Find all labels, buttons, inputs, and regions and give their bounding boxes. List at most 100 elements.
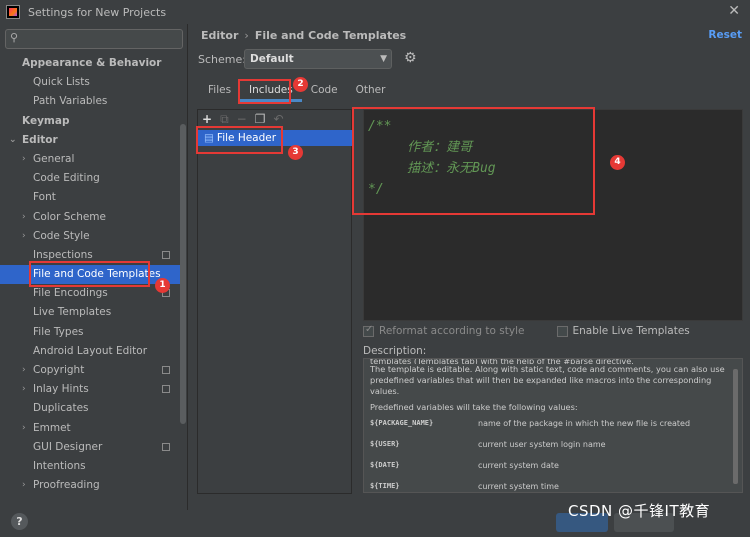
- editor-line[interactable]: */: [368, 179, 742, 200]
- sidebar-item-label: File and Code Templates: [33, 268, 161, 281]
- chevron-right-icon[interactable]: ›: [22, 150, 26, 169]
- annotation-badge-3: 3: [288, 145, 303, 160]
- variable-name: ${USER}: [370, 440, 400, 448]
- template-editor[interactable]: /** 作者：建哥 描述：永无Bug */: [363, 109, 743, 321]
- description-scrollbar[interactable]: [733, 369, 738, 484]
- copy-icon[interactable]: ❐: [255, 112, 266, 126]
- sidebar-item-intentions[interactable]: Intentions: [0, 457, 180, 476]
- sidebar-item-android-layout-editor[interactable]: Android Layout Editor: [0, 342, 180, 361]
- sidebar-item-inspections[interactable]: Inspections: [0, 246, 180, 265]
- search-input[interactable]: ⚲: [5, 29, 183, 49]
- sidebar-item-keymap[interactable]: Keymap: [0, 112, 180, 131]
- sidebar-item-gui-designer[interactable]: GUI Designer: [0, 438, 180, 457]
- settings-window: Settings for New Projects ✕ ⚲ Appearance…: [0, 0, 750, 537]
- variable-description: current system time: [478, 482, 559, 491]
- sidebar-item-appearance-behavior[interactable]: Appearance & Behavior: [0, 54, 180, 73]
- tab-code[interactable]: Code: [302, 80, 347, 102]
- annotation-badge-1: 1: [155, 278, 170, 293]
- chevron-right-icon[interactable]: ›: [22, 208, 26, 227]
- tab-files[interactable]: Files: [199, 80, 240, 102]
- window-title: Settings for New Projects: [28, 5, 167, 19]
- reformat-checkbox: [363, 324, 374, 337]
- sidebar-item-file-and-code-templates[interactable]: File and Code Templates: [0, 265, 180, 285]
- annotation-badge-4: 4: [610, 155, 625, 170]
- chevron-right-icon[interactable]: ›: [22, 227, 26, 246]
- undo-icon: ↶: [273, 112, 284, 126]
- editor-line[interactable]: 描述：永无Bug: [368, 158, 742, 179]
- variable-name: ${TIME}: [370, 482, 400, 490]
- sidebar-item-color-scheme[interactable]: › Color Scheme: [0, 208, 180, 227]
- project-scope-icon: [162, 366, 170, 374]
- breadcrumb-root[interactable]: Editor: [201, 29, 238, 42]
- sidebar-item-live-templates[interactable]: Live Templates: [0, 303, 180, 322]
- gear-icon[interactable]: ⚙: [404, 50, 417, 66]
- sidebar-item-proofreading[interactable]: › Proofreading: [0, 476, 180, 495]
- variables-table: ${PACKAGE_NAME} name of the package in wh…: [370, 418, 736, 492]
- close-icon[interactable]: ✕: [728, 3, 740, 19]
- chevron-down-icon[interactable]: ⌄: [9, 131, 17, 150]
- tab-other[interactable]: Other: [347, 80, 395, 102]
- reset-link[interactable]: Reset: [708, 29, 742, 41]
- watermark: CSDN @千锋IT教育: [568, 502, 711, 520]
- variable-description: current user system login name: [478, 440, 606, 449]
- sidebar-item-file-types[interactable]: File Types: [0, 323, 180, 342]
- list-toolbar: + ⧉ − ❐ ↶: [198, 110, 351, 128]
- sidebar-item-code-style[interactable]: › Code Style: [0, 227, 180, 246]
- editor-line[interactable]: 作者：建哥: [368, 137, 742, 158]
- annotation-badge-2: 2: [293, 77, 308, 92]
- sidebar-item-duplicates[interactable]: Duplicates: [0, 399, 180, 418]
- sidebar-item-label: Editor: [22, 133, 58, 146]
- chevron-right-icon[interactable]: ›: [22, 476, 26, 495]
- description-para-1: The template is editable. Along with sta…: [370, 364, 725, 396]
- sidebar-item-label: Appearance & Behavior: [22, 57, 162, 69]
- sidebar-item-label: Emmet: [33, 421, 71, 434]
- breadcrumb-current: File and Code Templates: [254, 29, 407, 42]
- add-icon[interactable]: +: [202, 112, 212, 126]
- sidebar-item-label: Keymap: [22, 114, 70, 127]
- variable-name: ${DATE}: [370, 461, 400, 469]
- sidebar-item-label: Font: [33, 191, 56, 204]
- sidebar-item-label: Color Scheme: [33, 210, 106, 223]
- description-para-2: Predefined variables will take the follo…: [370, 402, 578, 412]
- sidebar-item-font[interactable]: Font: [0, 188, 180, 207]
- sidebar-item-label: GUI Designer: [33, 440, 103, 453]
- chevron-right-icon[interactable]: ›: [22, 419, 26, 438]
- intellij-logo-icon: [6, 5, 20, 19]
- settings-content: Editor › File and Code Templates Reset Sch…: [189, 24, 750, 510]
- variable-name: ${PACKAGE_NAME}: [370, 419, 434, 427]
- sidebar-item-label: Inlay Hints: [33, 383, 89, 396]
- live-templates-checkbox[interactable]: [556, 325, 568, 337]
- template-options: Reformat according to style Enable Live …: [363, 324, 743, 338]
- sidebar-item-emmet[interactable]: › Emmet: [0, 419, 180, 438]
- sidebar-item-label: Intentions: [33, 459, 86, 472]
- sidebar-item-editor[interactable]: ⌄ Editor: [0, 131, 180, 150]
- sidebar-item-label: Duplicates: [33, 402, 89, 415]
- description-panel: templates (Templates tab) with the help …: [363, 358, 743, 493]
- search-icon: ⚲: [10, 31, 19, 44]
- sidebar-item-path-variables[interactable]: Path Variables: [0, 92, 180, 111]
- list-item-file-header[interactable]: ▤ File Header: [198, 130, 353, 146]
- sidebar-item-label: Inspections: [33, 248, 93, 261]
- live-templates-label[interactable]: Enable Live Templates: [573, 325, 690, 337]
- title-bar: Settings for New Projects ✕: [0, 0, 750, 24]
- sidebar-item-label: File Types: [33, 325, 84, 338]
- sidebar-item-inlay-hints[interactable]: › Inlay Hints: [0, 380, 180, 399]
- chevron-right-icon[interactable]: ›: [22, 380, 26, 399]
- table-row: ${DATE} current system date: [370, 460, 736, 481]
- create-child-icon: ⧉: [220, 111, 229, 126]
- template-file-icon: ▤: [204, 132, 214, 144]
- sidebar-item-copyright[interactable]: › Copyright: [0, 361, 180, 380]
- sidebar-item-general[interactable]: › General: [0, 150, 180, 169]
- sidebar-scrollbar[interactable]: [180, 124, 186, 424]
- scheme-dropdown[interactable]: Default ▼: [244, 49, 392, 69]
- chevron-right-icon[interactable]: ›: [22, 361, 26, 380]
- sidebar-item-label: Copyright: [33, 364, 85, 376]
- variable-description: name of the package in which the new fil…: [478, 419, 691, 428]
- help-button[interactable]: ?: [11, 513, 28, 530]
- sidebar-item-code-editing[interactable]: Code Editing: [0, 169, 180, 188]
- remove-icon: −: [236, 112, 247, 126]
- sidebar-item-file-encodings[interactable]: File Encodings: [0, 284, 180, 303]
- sidebar-item-label: Proofreading: [33, 479, 100, 492]
- editor-line[interactable]: /**: [368, 116, 742, 137]
- sidebar-item-quick-lists[interactable]: Quick Lists: [0, 73, 180, 92]
